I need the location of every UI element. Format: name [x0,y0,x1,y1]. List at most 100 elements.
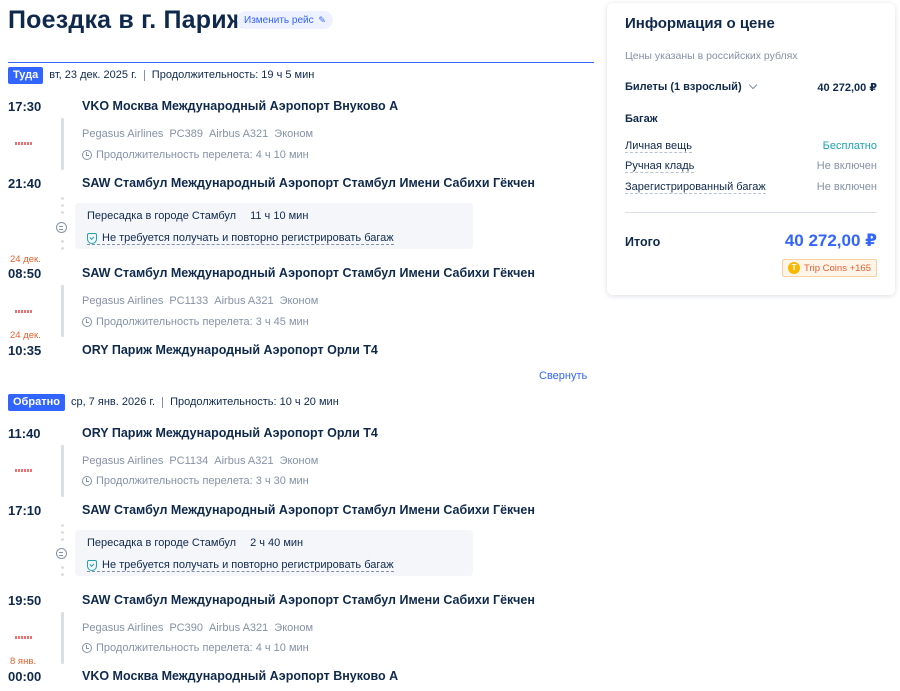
cabin-class: Эконом [279,295,319,307]
timeline-line [61,612,64,664]
flight-number: PC390 [169,622,203,634]
price-divider [625,212,877,213]
chevron-down-icon [748,80,757,90]
return-badge: Обратно [8,393,65,411]
airline-name: Pegasus Airlines [82,295,164,307]
header-separator [162,396,164,408]
aircraft: Airbus A321 [208,128,269,140]
flight-number: PC389 [169,128,203,140]
airline-name: Pegasus Airlines [82,128,164,140]
segment-duration-text: Продолжительность перелета: 4 ч 10 мин [96,149,309,161]
outbound-dep1-time: 17:30 [8,99,42,114]
clock-icon [82,476,92,486]
carry-on-row: Ручная кладь Не включен [625,160,877,173]
change-flight-button[interactable]: Изменить рейс ✎ [237,11,333,29]
airline-name: Pegasus Airlines [82,455,164,467]
trip-coins-label: Trip Coins +165 [804,262,871,274]
tickets-value: 40 272,00 ₽ [817,82,877,94]
outbound-seg2-info: Pegasus Airlines PC1133 Airbus A321 Эконом [82,295,324,307]
outbound-arr2-time: 10:35 [8,343,42,358]
return-seg1-info: Pegasus Airlines PC1134 Airbus A321 Эконом [82,455,324,467]
outbound-header: Туда вт, 23 дек. 2025 г. Продолжительнос… [8,66,314,84]
checked-baggage-label[interactable]: Зарегистрированный багаж [625,181,766,194]
clock-icon [82,643,92,653]
baggage-transfer-note[interactable]: Не требуется получать и повторно регистр… [87,559,394,572]
outbound-badge: Туда [8,66,44,84]
outbound-seg2-duration: Продолжительность перелета: 3 ч 45 мин [82,316,309,328]
return-header: Обратно ср, 7 янв. 2026 г. Продолжительн… [8,393,339,411]
return-seg2-duration: Продолжительность перелета: 4 ч 10 мин [82,642,309,654]
clock-icon [82,317,92,327]
transfer-dots [61,197,64,218]
shield-icon [87,559,97,571]
outbound-seg1-info: Pegasus Airlines PC389 Airbus A321 Эконом [82,128,319,140]
outbound-dep1-airport: VKO Москва Международный Аэропорт Внуков… [82,99,399,113]
transfer-city-line: Пересадка в городе Стамбул 2 ч 40 мин [87,537,303,549]
return-arr2-time: 00:00 [8,669,42,684]
baggage-heading-row: Багаж [625,113,877,125]
outbound-duration: Продолжительность: 19 ч 5 мин [151,69,315,81]
transfer-city: Пересадка в городе Стамбул [87,210,237,222]
aircraft: Airbus A321 [214,295,274,307]
total-label: Итого [625,235,661,249]
return-dep1-time: 11:40 [8,426,41,441]
baggage-transfer-note[interactable]: Не требуется получать и повторно регистр… [87,232,394,245]
outbound-arr2-date: 24 дек. [10,330,41,341]
return-dep2-time: 19:50 [8,593,42,608]
personal-item-label[interactable]: Личная вещь [625,140,692,153]
page-title: Поездка в г. Париж [8,6,245,34]
transfer-city-line: Пересадка в городе Стамбул 11 ч 10 мин [87,210,308,222]
return-dep2-airport: SAW Стамбул Международный Аэропорт Стамб… [82,593,535,607]
outbound-seg1-duration: Продолжительность перелета: 4 ч 10 мин [82,149,309,161]
baggage-transfer-text: Не требуется получать и повторно регистр… [102,232,394,244]
return-seg1-duration: Продолжительность перелета: 3 ч 30 мин [82,475,309,487]
return-transfer-box: Пересадка в городе Стамбул 2 ч 40 мин Не … [75,530,473,576]
baggage-transfer-text: Не требуется получать и повторно регистр… [102,559,394,571]
airline-logo-icon [15,636,33,640]
timeline-line [61,445,64,497]
outbound-dep2-date: 24 дек. [10,254,41,265]
tickets-row[interactable]: Билеты (1 взрослый) 40 272,00 ₽ [625,80,877,94]
cabin-class: Эконом [274,128,314,140]
transfer-dots [61,240,64,254]
header-separator [143,69,145,81]
outbound-transfer-box: Пересадка в городе Стамбул 11 ч 10 мин Не… [75,203,473,249]
outbound-dep2-time: 08:50 [8,266,42,281]
transfer-icon [56,548,67,559]
carry-on-label[interactable]: Ручная кладь [625,160,695,173]
segment-duration-text: Продолжительность перелета: 4 ч 10 мин [96,642,309,654]
outbound-date: вт, 23 дек. 2025 г. [49,69,137,81]
coin-icon: T [788,262,801,274]
total-price: 40 272,00 ₽ [784,231,877,250]
aircraft: Airbus A321 [214,455,274,467]
baggage-heading: Багаж [625,113,658,125]
price-info-card: Информация о цене Цены указаны в российс… [607,3,895,295]
tickets-label: Билеты (1 взрослый) [625,81,742,93]
airline-logo-icon [15,469,33,473]
collapse-link[interactable]: Свернуть [539,370,587,382]
outbound-dep2-airport: SAW Стамбул Международный Аэропорт Стамб… [82,266,535,280]
cabin-class: Эконом [279,455,319,467]
personal-item-row: Личная вещь Бесплатно [625,140,877,153]
return-date: ср, 7 янв. 2026 г. [70,396,156,408]
return-arr1-airport: SAW Стамбул Международный Аэропорт Стамб… [82,503,535,517]
flight-number: PC1134 [169,455,209,467]
personal-item-value: Бесплатно [822,140,877,152]
checked-baggage-row: Зарегистрированный багаж Не включен [625,181,877,194]
pencil-icon: ✎ [318,15,326,25]
aircraft: Airbus A321 [208,622,269,634]
airline-logo-icon [15,310,33,314]
outbound-arr2-airport: ORY Париж Международный Аэропорт Орли T4 [82,343,378,357]
clock-icon [82,150,92,160]
checked-baggage-value: Не включен [816,181,877,193]
return-arr2-date: 8 янв. [10,656,36,667]
price-card-title: Информация о цене [625,15,775,32]
outbound-arr1-time: 21:40 [8,176,42,191]
flight-number: PC1133 [169,295,209,307]
transfer-dots [61,524,64,545]
trip-coins-badge: T Trip Coins +165 [782,259,877,277]
tickets-label-wrap: Билеты (1 взрослый) [625,80,757,94]
return-arr1-time: 17:10 [8,503,42,518]
timeline-line [61,118,64,170]
transfer-city: Пересадка в городе Стамбул [87,537,237,549]
